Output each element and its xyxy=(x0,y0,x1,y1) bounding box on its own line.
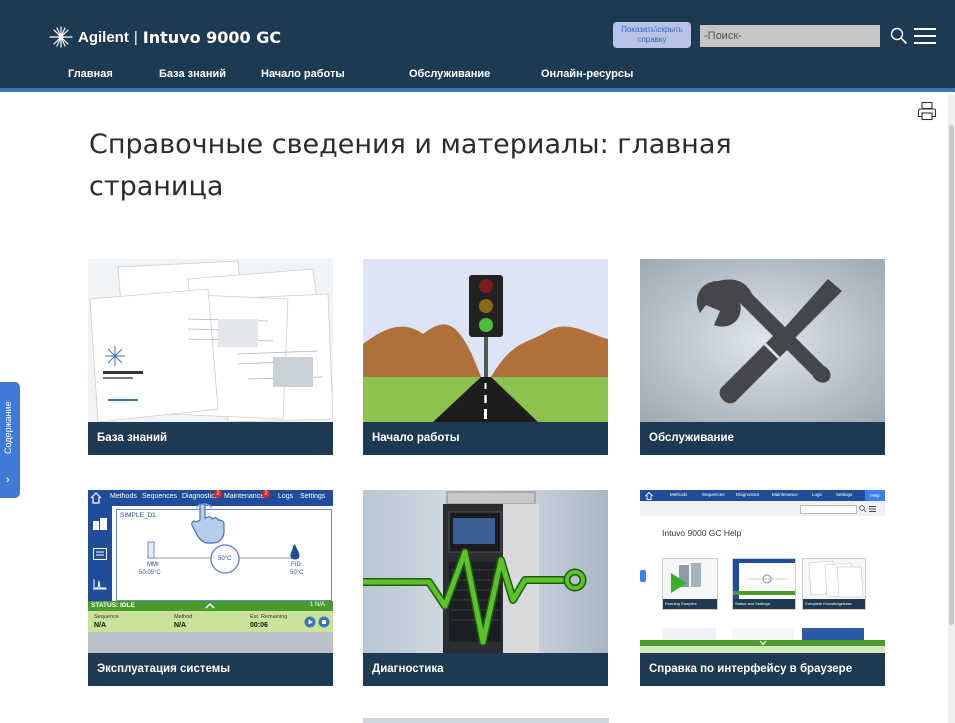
traffic-light-road-image xyxy=(363,259,608,422)
notification-badge: 2 xyxy=(262,490,270,498)
mock-tab: Settings xyxy=(836,492,853,497)
nav-knowledge-base[interactable]: База знаний xyxy=(159,68,226,80)
card-label: Справка по интерфейсу в браузере xyxy=(649,663,853,675)
oven-temp: 50°C xyxy=(218,556,232,562)
search-icon[interactable] xyxy=(890,27,908,45)
mock-tab-active: Help xyxy=(865,490,885,501)
mock-tab: Logs xyxy=(812,492,822,497)
method-value: N/A xyxy=(174,622,187,629)
inlet-temp: 50.05°C xyxy=(139,570,161,576)
mock-tab: Settings xyxy=(300,493,326,500)
top-header: Agilent | Intuvo 9000 GC Главная База зн… xyxy=(0,0,955,90)
help-thumb-label: Running Samples xyxy=(665,601,697,606)
sequence-value: N/A xyxy=(94,622,107,629)
mock-tab: Sequences xyxy=(142,493,178,500)
browser-help-image: Methods Sequences Diagnostics Maintenanc… xyxy=(640,490,885,653)
home-icon xyxy=(90,492,102,504)
inlet-name: MMI xyxy=(147,562,159,568)
search-input[interactable] xyxy=(700,25,880,47)
manuals-image xyxy=(88,259,333,422)
hamburger-menu-icon[interactable] xyxy=(913,26,937,46)
card-label: Эксплуатация системы xyxy=(97,663,231,675)
help-thumb: Status and Settings xyxy=(732,558,796,610)
mock-tab: Logs xyxy=(278,493,294,500)
wrench-screwdriver-image xyxy=(640,259,885,422)
card-system-operation[interactable]: Methods Sequences Diagnostics 2 Maintena… xyxy=(88,490,333,686)
play-icon xyxy=(304,616,316,628)
status-right: 1 N/A xyxy=(310,602,326,608)
instrument-screen-image: Methods Sequences Diagnostics 2 Maintena… xyxy=(88,490,333,653)
status-text: STATUS: IDLE xyxy=(91,602,135,609)
notification-badge: 2 xyxy=(214,490,222,498)
page-scrollbar[interactable] xyxy=(948,95,955,723)
chevron-right-icon: › xyxy=(6,474,10,486)
mock-tab: Maintenance xyxy=(224,493,265,500)
remaining-value: 00:06 xyxy=(250,622,268,629)
next-card-row-edge xyxy=(363,718,609,723)
header-accent-line xyxy=(0,88,955,92)
search-menu-icon xyxy=(859,505,876,513)
mock-tab: Diagnostics xyxy=(736,492,760,497)
scrollbar-thumb[interactable] xyxy=(949,125,954,625)
mock-tab: Maintenance xyxy=(772,492,798,497)
toc-side-tab[interactable]: Содержание › xyxy=(0,382,20,498)
brand-name: Agilent xyxy=(78,28,129,46)
card-label: База знаний xyxy=(97,432,168,444)
chevron-up-icon xyxy=(205,603,215,609)
card-label: Обслуживание xyxy=(649,432,734,444)
help-mock-title: Intuvo 9000 GC Help xyxy=(662,528,742,538)
help-thumb: Complete Knowledgebase xyxy=(802,558,866,610)
mock-tab: Diagnostics xyxy=(182,493,219,500)
nav-home[interactable]: Главная xyxy=(68,68,113,80)
page-title: Справочные сведения и материалы: главная… xyxy=(89,129,732,202)
instrument-heartbeat-image xyxy=(363,490,608,653)
help-mock-tabbar: Methods Sequences Diagnostics Maintenanc… xyxy=(640,490,885,501)
screen-mock-sidebar xyxy=(88,506,112,601)
chromatogram-icon xyxy=(93,579,107,590)
brand-separator: | xyxy=(133,28,138,46)
toc-mini-tab xyxy=(640,570,646,582)
card-browser-help[interactable]: Methods Sequences Diagnostics Maintenanc… xyxy=(640,490,885,686)
help-mock-footer xyxy=(640,646,885,653)
brand-logo[interactable]: Agilent | Intuvo 9000 GC xyxy=(48,26,281,48)
run-info-panel: Sequence N/A Method N/A Est. Remaining 0… xyxy=(88,611,333,632)
nav-online-resources[interactable]: Онлайн-ресурсы xyxy=(541,68,633,80)
help-toggle-label: Показать\скрыть справку xyxy=(621,25,683,44)
nav-maintenance[interactable]: Обслуживание xyxy=(409,68,490,80)
detector-name: FID xyxy=(291,562,301,568)
detector-temp: 50°C xyxy=(290,570,304,576)
instrument-icon xyxy=(93,518,107,530)
mock-tab: Methods xyxy=(670,492,688,497)
help-thumb: Running Samples xyxy=(662,558,718,610)
toc-tab-label: Содержание xyxy=(3,401,13,454)
help-thumb-label: Complete Knowledgebase xyxy=(805,601,852,606)
home-icon xyxy=(645,492,653,500)
status-bar: STATUS: IDLE 1 N/A xyxy=(88,601,333,611)
agilent-spark-icon xyxy=(49,26,73,48)
nav-getting-started[interactable]: Начало работы xyxy=(261,68,345,80)
method-label: Method xyxy=(174,614,193,620)
list-icon xyxy=(93,548,107,560)
card-label: Диагностика xyxy=(372,663,444,675)
product-name: Intuvo 9000 GC xyxy=(142,27,282,47)
screen-mock-footer xyxy=(88,632,333,653)
card-getting-started[interactable]: Начало работы xyxy=(363,259,608,455)
help-thumb-label: Status and Settings xyxy=(735,601,770,606)
print-icon[interactable] xyxy=(917,101,937,121)
mock-tab: Sequences xyxy=(702,492,725,497)
touch-hand-icon xyxy=(191,503,225,544)
help-mock-header xyxy=(640,501,885,516)
mock-tab: Methods xyxy=(110,493,137,500)
card-knowledge-base[interactable]: База знаний xyxy=(88,259,333,455)
sequence-label: Sequence xyxy=(94,614,119,620)
card-maintenance[interactable]: Обслуживание xyxy=(640,259,885,455)
stop-icon xyxy=(318,616,330,628)
remaining-label: Est. Remaining xyxy=(250,614,288,620)
card-diagnostics[interactable]: Диагностика xyxy=(363,490,608,686)
card-label: Начало работы xyxy=(372,432,460,444)
help-toggle-button[interactable]: Показать\скрыть справку xyxy=(613,22,691,48)
